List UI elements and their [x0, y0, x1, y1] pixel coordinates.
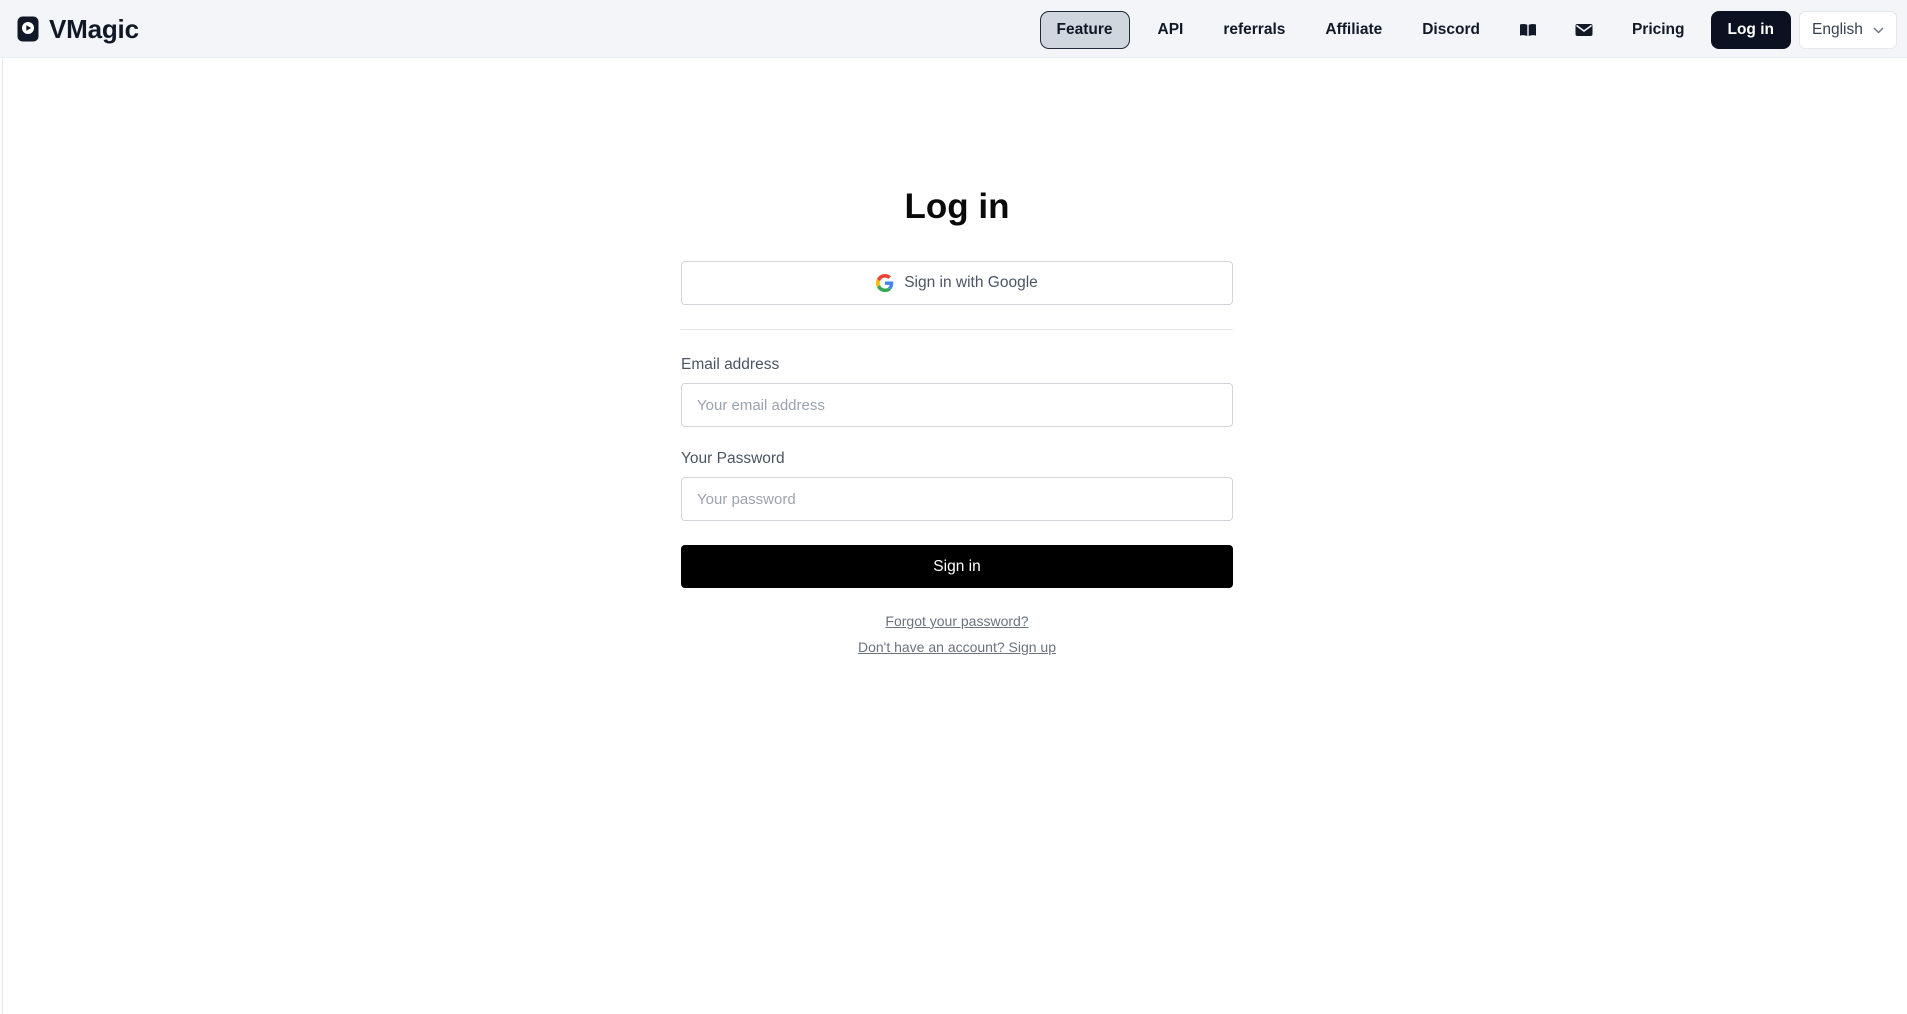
forgot-password-link[interactable]: Forgot your password?: [681, 613, 1233, 629]
header-login-button[interactable]: Log in: [1710, 11, 1791, 49]
language-selected: English: [1812, 21, 1863, 38]
nav-api[interactable]: API: [1138, 11, 1204, 49]
vmagic-logo-icon: [17, 16, 39, 42]
language-select[interactable]: English: [1799, 11, 1897, 49]
google-signin-button[interactable]: Sign in with Google: [681, 261, 1233, 305]
email-label: Email address: [681, 356, 780, 373]
signup-link[interactable]: Don't have an account? Sign up: [681, 639, 1233, 655]
password-field[interactable]: [681, 477, 1233, 521]
google-icon: [876, 274, 894, 292]
brand-name: VMagic: [49, 13, 139, 44]
password-label: Your Password: [681, 450, 785, 467]
google-signin-label: Sign in with Google: [904, 274, 1038, 291]
email-field[interactable]: [681, 383, 1233, 427]
nav-feature[interactable]: Feature: [1039, 11, 1130, 49]
nav-affiliate[interactable]: Affiliate: [1305, 11, 1402, 49]
brand-home-link[interactable]: VMagic: [17, 14, 139, 44]
chevron-down-icon: [1873, 27, 1884, 33]
nav-discord[interactable]: Discord: [1402, 11, 1500, 49]
book-icon: [1519, 23, 1536, 36]
mail-icon: [1575, 24, 1593, 36]
signin-button[interactable]: Sign in: [681, 545, 1233, 588]
nav-pricing[interactable]: Pricing: [1612, 11, 1705, 49]
page-title: Log in: [904, 187, 1010, 226]
docs-link[interactable]: [1500, 11, 1556, 49]
top-navigation-bar: VMagic Feature API referrals Affiliate D…: [0, 0, 1907, 58]
login-form: Log in Sign in with Google Email address…: [681, 170, 1233, 655]
nav-referrals[interactable]: referrals: [1203, 11, 1305, 49]
contact-link[interactable]: [1556, 11, 1612, 49]
divider: [681, 329, 1233, 330]
main-nav: Feature API referrals Affiliate Discord …: [1039, 10, 1897, 50]
